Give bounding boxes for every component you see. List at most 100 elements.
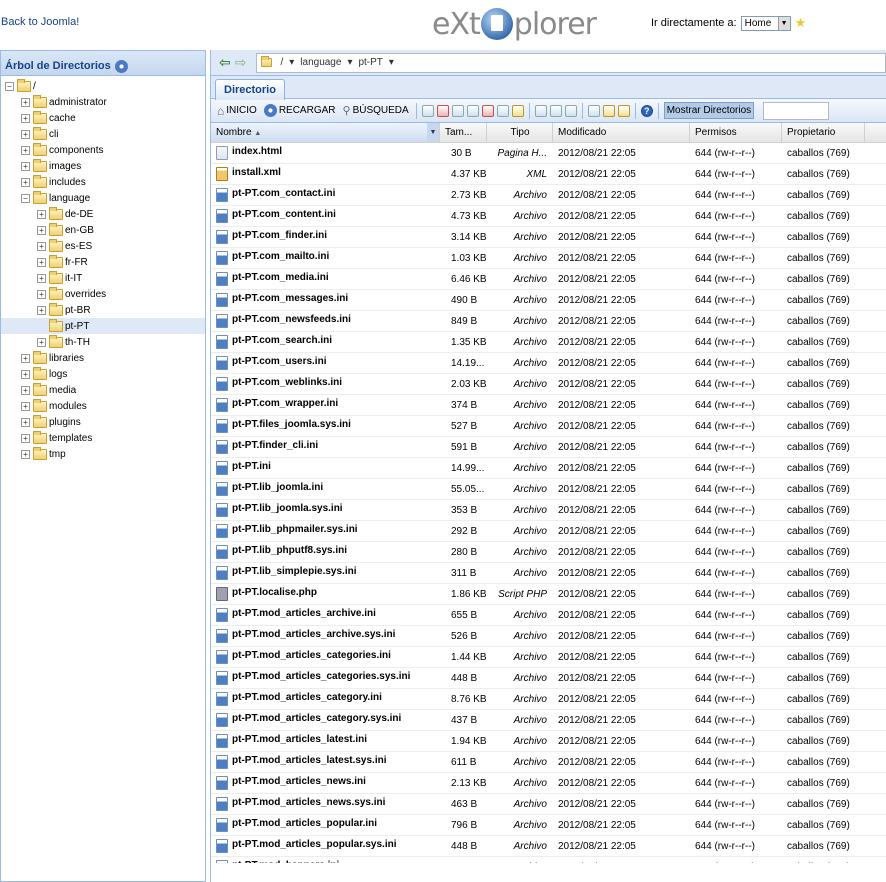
table-row[interactable]: index.html 30 B Pagina H... 2012/08/21 22:0… [211, 143, 886, 164]
expand-icon[interactable]: + [37, 257, 46, 267]
table-row[interactable]: pt-PT.mod_articles_categories.ini 1.44 KB… [211, 647, 886, 668]
new-file-icon[interactable] [421, 104, 434, 117]
tree-node[interactable]: + es-ES [1, 238, 205, 254]
table-row[interactable]: pt-PT.mod_articles_popular.ini 796 B Archi… [211, 815, 886, 836]
tree-node[interactable]: + administrator [1, 94, 205, 110]
table-row[interactable]: pt-PT.com_weblinks.ini 2.03 KB Archivo 2012… [211, 374, 886, 395]
expand-icon[interactable]: + [21, 401, 30, 411]
table-row[interactable]: pt-PT.mod_articles_popular.sys.ini 448 B A… [211, 836, 886, 857]
expand-icon[interactable]: + [21, 145, 30, 155]
column-header-owner[interactable]: Propietario [782, 123, 865, 142]
column-header-modified[interactable]: Modificado [553, 123, 690, 142]
delete-icon[interactable] [481, 104, 494, 117]
tree-node[interactable]: + tmp [1, 446, 205, 462]
move-icon[interactable] [466, 104, 479, 117]
download-icon[interactable] [564, 104, 577, 117]
tree-node[interactable]: + cache [1, 110, 205, 126]
tree-node[interactable]: + logs [1, 366, 205, 382]
home-button[interactable]: ⌂ INICIO [215, 103, 259, 119]
path-pt-pt[interactable]: pt-PT [358, 57, 382, 68]
tree-node[interactable]: + it-IT [1, 270, 205, 286]
chmod-icon[interactable] [511, 104, 524, 117]
tree-node[interactable]: + media [1, 382, 205, 398]
tree-node[interactable]: + pt-BR [1, 302, 205, 318]
expand-icon[interactable]: + [21, 385, 30, 395]
column-header-permissions[interactable]: Permisos [690, 123, 782, 142]
help-icon[interactable]: ? [640, 104, 653, 117]
table-row[interactable]: pt-PT.mod_articles_archive.sys.ini 526 B A… [211, 626, 886, 647]
tree-node[interactable]: − language [1, 190, 205, 206]
tree-node[interactable]: + fr-FR [1, 254, 205, 270]
extract-icon[interactable] [617, 104, 630, 117]
expand-icon[interactable]: + [37, 289, 46, 299]
tree-node[interactable]: + cli [1, 126, 205, 142]
tree-node[interactable]: + overrides [1, 286, 205, 302]
edit-file-icon[interactable] [436, 104, 449, 117]
expand-icon[interactable]: + [21, 177, 30, 187]
show-directories-toggle[interactable]: Mostrar Directorios [663, 102, 755, 119]
table-row[interactable]: pt-PT.com_search.ini 1.35 KB Archivo 2012/0… [211, 332, 886, 353]
table-row[interactable]: pt-PT.mod_articles_latest.ini 1.94 KB Arch… [211, 731, 886, 752]
tree-node[interactable]: + includes [1, 174, 205, 190]
refresh-tree-icon[interactable] [114, 59, 128, 73]
table-row[interactable]: pt-PT.ini 14.99... Archivo 2012/08/21 22:05… [211, 458, 886, 479]
archive-icon[interactable] [602, 104, 615, 117]
table-row[interactable]: pt-PT.lib_phpmailer.sys.ini 292 B Archivo 2… [211, 521, 886, 542]
expand-icon[interactable]: + [21, 449, 30, 459]
table-row[interactable]: pt-PT.mod_articles_latest.sys.ini 611 B Ar… [211, 752, 886, 773]
bookmark-star-icon[interactable]: ★ [795, 15, 807, 31]
column-header-size[interactable]: Tam... [440, 123, 487, 142]
tree-node[interactable]: + components [1, 142, 205, 158]
tree-node[interactable]: + en-GB [1, 222, 205, 238]
table-row[interactable]: pt-PT.mod_articles_category.ini 8.76 KB Ar… [211, 689, 886, 710]
table-row[interactable]: pt-PT.localise.php 1.86 KB Script PHP 2012/… [211, 584, 886, 605]
expand-icon[interactable]: + [37, 337, 46, 347]
filter-input[interactable] [763, 101, 830, 120]
table-row[interactable]: pt-PT.mod_articles_news.ini 2.13 KB Archiv… [211, 773, 886, 794]
expand-icon[interactable]: + [21, 353, 30, 363]
search-button[interactable]: ⚲ BÚSQUEDA [341, 103, 411, 118]
table-row[interactable]: pt-PT.mod_articles_archive.ini 655 B Archi… [211, 605, 886, 626]
copy-icon[interactable] [451, 104, 464, 117]
table-row[interactable]: pt-PT.lib_joomla.ini 55.05... Archivo 2012/… [211, 479, 886, 500]
expand-icon[interactable]: + [37, 305, 46, 315]
table-row[interactable]: pt-PT.mod_banners.ini 1.76 KBArchivo2012/… [211, 857, 886, 863]
table-row[interactable]: pt-PT.com_content.ini 4.73 KB Archivo 2012/… [211, 206, 886, 227]
back-to-joomla-link[interactable]: Back to Joomla! [1, 16, 79, 28]
table-row[interactable]: pt-PT.mod_articles_category.sys.ini 437 B… [211, 710, 886, 731]
table-row[interactable]: pt-PT.com_media.ini 6.46 KB Archivo 2012/08… [211, 269, 886, 290]
view-icon[interactable] [534, 104, 547, 117]
tree-node[interactable]: + libraries [1, 350, 205, 366]
tree-node[interactable]: + templates [1, 430, 205, 446]
forward-arrow-icon[interactable]: ⇨ [235, 54, 247, 71]
expand-icon[interactable]: + [37, 225, 46, 235]
table-row[interactable]: pt-PT.com_messages.ini 490 B Archivo 2012/0… [211, 290, 886, 311]
expand-icon[interactable]: + [37, 209, 46, 219]
direct-select[interactable]: Home ▼ [740, 15, 791, 31]
table-row[interactable]: pt-PT.files_joomla.sys.ini 527 B Archivo 20… [211, 416, 886, 437]
column-menu-icon[interactable]: ▼ [427, 123, 439, 142]
tree-node[interactable]: + modules [1, 398, 205, 414]
path-root[interactable]: / [280, 57, 283, 68]
expand-icon[interactable]: + [37, 273, 46, 283]
rename-icon[interactable] [496, 104, 509, 117]
expand-icon[interactable]: + [37, 241, 46, 251]
diff-icon[interactable] [549, 104, 562, 117]
expand-icon[interactable]: + [21, 161, 30, 171]
collapse-icon[interactable]: − [21, 193, 30, 203]
tree-node[interactable]: pt-PT [1, 318, 205, 334]
table-row[interactable]: pt-PT.mod_articles_categories.sys.ini 448… [211, 668, 886, 689]
tree-node[interactable]: + th-TH [1, 334, 205, 350]
expand-icon[interactable]: + [21, 433, 30, 443]
tree-node[interactable]: + de-DE [1, 206, 205, 222]
table-row[interactable]: pt-PT.com_finder.ini 3.14 KB Archivo 2012/0… [211, 227, 886, 248]
collapse-icon[interactable]: − [5, 81, 14, 91]
tree-node[interactable]: + plugins [1, 414, 205, 430]
tree-node[interactable]: + images [1, 158, 205, 174]
table-row[interactable]: pt-PT.com_contact.ini 2.73 KB Archivo 2012/… [211, 185, 886, 206]
path-language[interactable]: language [300, 57, 341, 68]
table-row[interactable]: pt-PT.finder_cli.ini 591 B Archivo 2012/08/… [211, 437, 886, 458]
column-header-name[interactable]: Nombre ▲ ▼ [211, 123, 440, 142]
table-row[interactable]: pt-PT.com_mailto.ini 1.03 KB Archivo 2012/0… [211, 248, 886, 269]
table-row[interactable]: pt-PT.lib_simplepie.sys.ini 311 B Archivo 2… [211, 563, 886, 584]
